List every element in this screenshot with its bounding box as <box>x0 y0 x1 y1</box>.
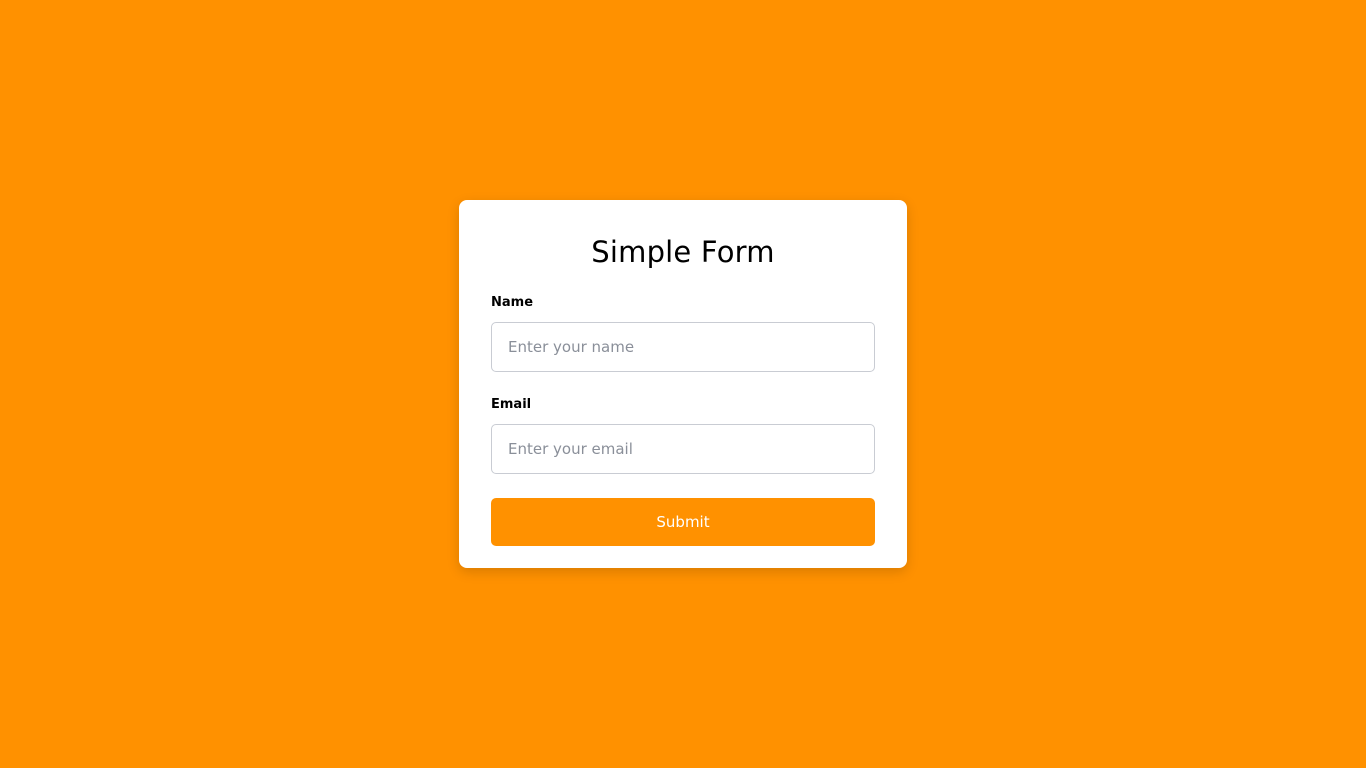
email-label: Email <box>491 397 532 412</box>
form-card: Simple Form Name Email Submit <box>459 200 907 568</box>
name-field-group: Name <box>491 294 875 372</box>
form-title: Simple Form <box>591 235 775 269</box>
email-input[interactable] <box>491 424 875 474</box>
submit-button[interactable]: Submit <box>491 498 875 546</box>
name-input[interactable] <box>491 322 875 372</box>
email-field-group: Email <box>491 396 875 474</box>
name-label: Name <box>491 295 534 310</box>
